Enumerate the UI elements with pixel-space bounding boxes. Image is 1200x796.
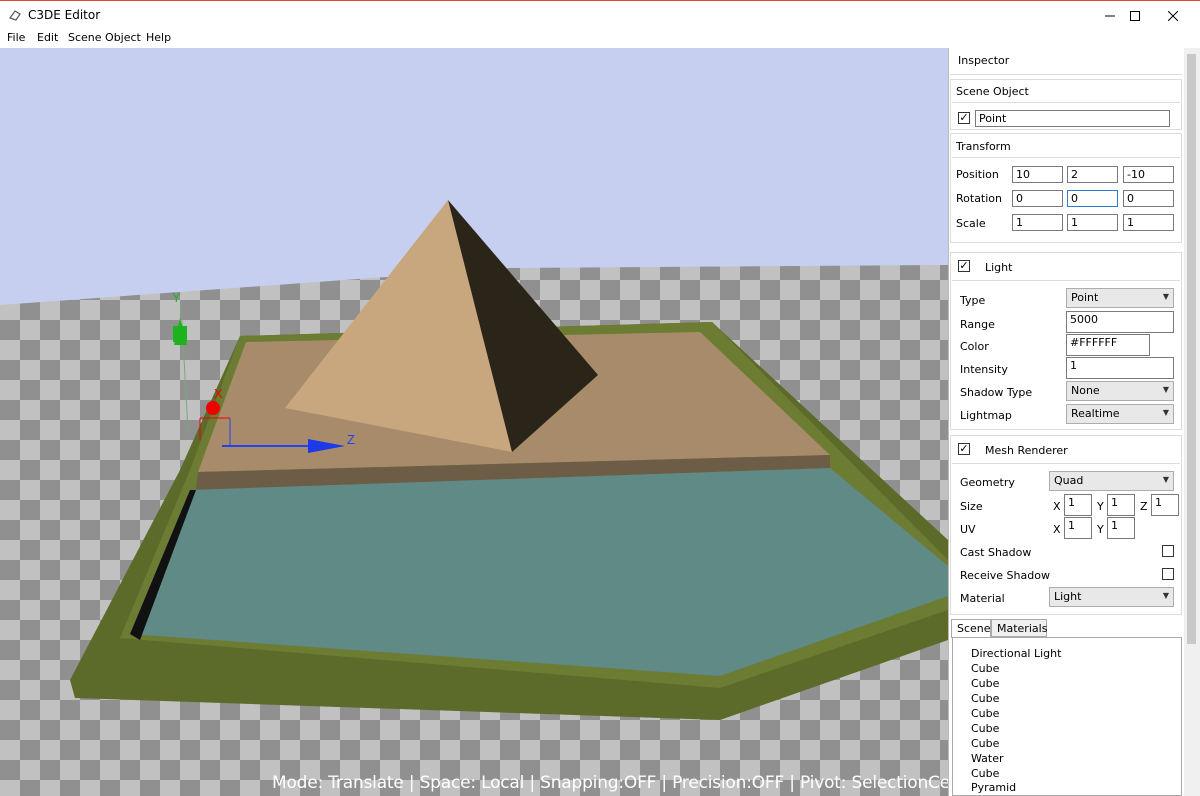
geometry-label: Geometry	[960, 476, 1015, 489]
list-item[interactable]: Cube	[971, 722, 999, 735]
receive-shadow-label: Receive Shadow	[960, 569, 1050, 582]
shadow-type-select[interactable]: None ▼	[1066, 381, 1174, 401]
list-item[interactable]: Cube	[971, 737, 999, 750]
uv-x-input[interactable]: 1	[1064, 517, 1092, 539]
divider	[952, 157, 1180, 158]
scene-object-name-input[interactable]: Point	[975, 110, 1170, 127]
divider	[952, 102, 1180, 103]
list-item[interactable]: Cube	[971, 662, 999, 675]
close-icon	[1167, 10, 1178, 21]
transform-header: Transform	[956, 140, 1011, 153]
scene-object-enabled-checkbox[interactable]: ✓	[958, 112, 970, 124]
scale-y-input[interactable]: 1	[1067, 214, 1118, 231]
divider	[952, 280, 1180, 281]
intensity-label: Intensity	[960, 363, 1008, 376]
lightmap-value: Realtime	[1071, 407, 1120, 420]
geometry-value: Quad	[1054, 474, 1084, 487]
size-x-axis-label: X	[1053, 500, 1061, 513]
uv-x-axis-label: X	[1053, 523, 1061, 536]
chevron-down-icon: ▼	[1162, 475, 1169, 484]
size-z-axis-label: Z	[1140, 500, 1148, 513]
menu-scene-object[interactable]: Scene Object	[68, 31, 141, 44]
scene-object-header: Scene Object	[956, 85, 1029, 98]
tab-scene[interactable]: Scene	[951, 619, 991, 638]
size-y-input[interactable]: 1	[1107, 494, 1135, 516]
shadow-type-label: Shadow Type	[960, 386, 1033, 399]
rotation-z-input[interactable]: 0	[1123, 190, 1174, 207]
list-item[interactable]: Cube	[971, 707, 999, 720]
cast-shadow-checkbox[interactable]	[1162, 545, 1174, 557]
cast-shadow-label: Cast Shadow	[960, 546, 1032, 559]
divider	[952, 463, 1180, 464]
menu-help[interactable]: Help	[146, 31, 171, 44]
uv-label: UV	[960, 523, 976, 536]
close-button[interactable]	[1150, 1, 1195, 30]
chevron-down-icon: ▼	[1162, 292, 1169, 301]
light-type-label: Type	[960, 294, 986, 307]
position-x-input[interactable]: 10	[1012, 166, 1063, 183]
menu-edit[interactable]: Edit	[37, 31, 58, 44]
app-icon	[9, 10, 21, 21]
size-label: Size	[960, 500, 983, 513]
status-bar-text: Mode: Translate | Space: Local | Snappin…	[272, 773, 985, 793]
scale-x-input[interactable]: 1	[1012, 214, 1063, 231]
position-label: Position	[956, 168, 999, 181]
uv-y-input[interactable]: 1	[1107, 517, 1135, 539]
geometry-select[interactable]: Quad ▼	[1049, 471, 1174, 491]
range-label: Range	[960, 318, 995, 331]
scene-hierarchy-list[interactable]: Directional Light Cube Cube Cube Cube Cu…	[952, 637, 1182, 796]
list-item[interactable]: Cube	[971, 767, 999, 780]
window-title: C3DE Editor	[28, 8, 101, 22]
light-type-select[interactable]: Point ▼	[1066, 288, 1174, 308]
receive-shadow-checkbox[interactable]	[1162, 568, 1174, 580]
size-z-input[interactable]: 1	[1151, 494, 1179, 516]
gizmo-x-label: X	[214, 386, 223, 401]
size-x-input[interactable]: 1	[1064, 494, 1092, 516]
scene-viewport[interactable]: Y X Z	[0, 48, 948, 796]
material-value: Light	[1054, 590, 1082, 603]
tab-materials[interactable]: Materials	[991, 619, 1047, 637]
color-input[interactable]: #FFFFFF	[1066, 334, 1150, 356]
chevron-down-icon: ▼	[1162, 385, 1169, 394]
material-label: Material	[960, 592, 1005, 605]
light-header: Light	[985, 261, 1013, 274]
list-item[interactable]: Cube	[971, 677, 999, 690]
gizmo-z-label: Z	[347, 432, 355, 447]
list-item[interactable]: Water	[971, 752, 1004, 765]
maximize-icon	[1129, 10, 1140, 21]
gizmo-y-label: Y	[172, 290, 181, 305]
rotation-y-input[interactable]: 0	[1067, 190, 1118, 207]
menu-bar: File Edit Scene Object Help	[0, 30, 1200, 48]
rotation-label: Rotation	[956, 192, 1003, 205]
light-type-value: Point	[1071, 291, 1099, 304]
size-y-axis-label: Y	[1097, 500, 1104, 513]
lightmap-label: Lightmap	[960, 409, 1012, 422]
menu-file[interactable]: File	[7, 31, 25, 44]
shadow-type-value: None	[1071, 384, 1100, 397]
scale-z-input[interactable]: 1	[1123, 214, 1174, 231]
intensity-input[interactable]: 1	[1066, 357, 1174, 379]
list-item[interactable]: Pyramid	[971, 781, 1016, 794]
uv-y-axis-label: Y	[1097, 523, 1104, 536]
scale-label: Scale	[956, 217, 986, 230]
chevron-down-icon: ▼	[1162, 591, 1169, 600]
range-input[interactable]: 5000	[1066, 311, 1174, 333]
divider	[950, 74, 1182, 75]
color-label: Color	[960, 340, 989, 353]
list-item[interactable]: Cube	[971, 692, 999, 705]
mesh-renderer-enabled-checkbox[interactable]: ✓	[958, 443, 970, 455]
light-enabled-checkbox[interactable]: ✓	[958, 260, 970, 272]
rotation-x-input[interactable]: 0	[1012, 190, 1063, 207]
position-y-input[interactable]: 2	[1067, 166, 1118, 183]
position-z-input[interactable]: -10	[1123, 166, 1174, 183]
inspector-title: Inspector	[958, 54, 1010, 67]
mesh-renderer-header: Mesh Renderer	[985, 444, 1068, 457]
title-bar: C3DE Editor	[0, 0, 1200, 30]
material-select[interactable]: Light ▼	[1049, 587, 1174, 607]
scrollbar-thumb[interactable]	[1187, 54, 1196, 644]
lightmap-select[interactable]: Realtime ▼	[1066, 404, 1174, 424]
inspector-scrollbar[interactable]	[1184, 48, 1200, 796]
list-item[interactable]: Directional Light	[971, 647, 1061, 660]
chevron-down-icon: ▼	[1162, 408, 1169, 417]
